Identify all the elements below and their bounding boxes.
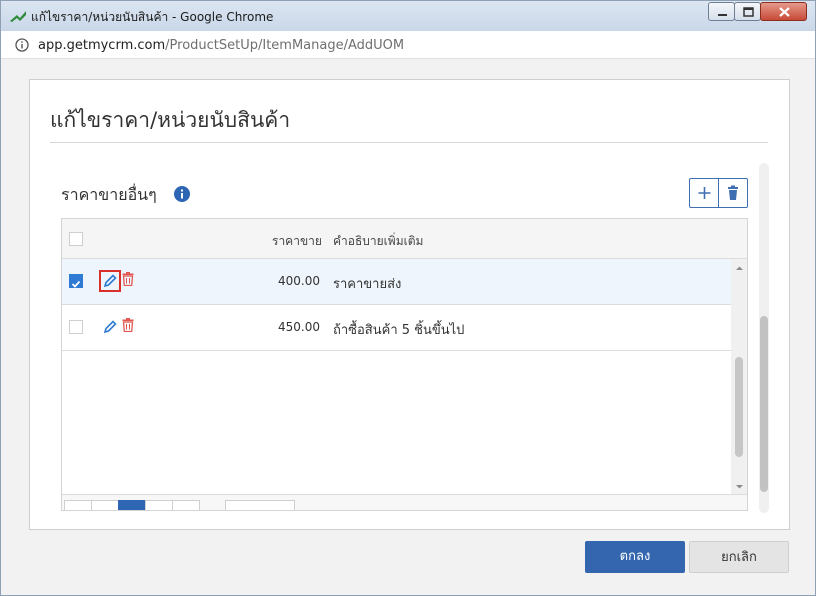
divider [50,142,768,143]
grid-scrollbar[interactable] [731,259,748,495]
pager-prev-button[interactable] [91,500,119,510]
column-header-price[interactable]: ราคาขาย [272,232,322,251]
table-row[interactable]: 450.00 ถ้าซื้อสินค้า 5 ชิ้นขึ้นไป [62,305,731,351]
page-content: แก้ไขราคา/หน่วยนับสินค้า ราคาขายอื่นๆ รา… [1,59,815,595]
browser-window: แก้ไขราคา/หน่วยนับสินค้า - Google Chrome… [0,0,816,596]
site-info-icon[interactable] [15,38,29,52]
window-title: แก้ไขราคา/หน่วยนับสินค้า - Google Chrome [31,10,274,24]
grid-pager [62,494,747,510]
row-description: ราคาขายส่ง [333,277,402,292]
scroll-down-icon[interactable] [731,481,748,493]
dialog-scrollbar-thumb[interactable] [760,316,768,492]
checkmark-icon [71,280,81,288]
dialog-title: แก้ไขราคา/หน่วยนับสินค้า [50,108,291,132]
maximize-button[interactable] [734,2,761,21]
minimize-icon [718,14,727,16]
row-checkbox[interactable] [69,274,83,288]
row-price: 450.00 [278,320,320,334]
app-logo-icon [10,11,26,22]
address-bar[interactable]: app.getmycrm.com/ProductSetUp/ItemManage… [1,31,815,59]
price-grid: ราคาขาย คำอธิบายเพิ่มเติม 400.00 ราคาขาย… [61,218,748,511]
info-icon[interactable] [174,186,190,202]
dialog-scrollbar[interactable] [759,163,769,513]
row-checkbox[interactable] [69,320,83,334]
pager-last-button[interactable] [172,500,200,510]
pager-first-button[interactable] [64,500,92,510]
maximize-icon [743,7,754,17]
url-text[interactable]: app.getmycrm.com/ProductSetUp/ItemManage… [38,38,404,53]
row-price: 400.00 [278,274,320,288]
pencil-icon [103,320,117,334]
ok-button[interactable]: ตกลง [585,541,685,573]
pager-next-button[interactable] [145,500,173,510]
edit-row-button[interactable] [99,270,121,292]
close-button[interactable] [760,2,807,21]
url-path: /ProductSetUp/ItemManage/AddUOM [165,38,405,53]
column-header-description[interactable]: คำอธิบายเพิ่มเติม [333,232,423,251]
row-description: ถ้าซื้อสินค้า 5 ชิ้นขึ้นไป [333,323,465,338]
delete-rows-button[interactable] [719,179,747,207]
url-domain: app.getmycrm.com [38,38,166,53]
add-row-button[interactable] [690,179,719,207]
section-title: ราคาขายอื่นๆ [61,185,157,204]
grid-toolbar [689,178,748,208]
grid-header: ราคาขาย คำอธิบายเพิ่มเติม [62,219,747,259]
pager-page-size-select[interactable] [225,500,295,510]
plus-icon [698,187,711,199]
edit-row-button[interactable] [99,316,121,338]
pager-page-button[interactable] [118,500,146,510]
trash-icon [728,185,738,200]
trash-icon[interactable] [122,272,134,286]
minimize-button[interactable] [708,2,735,21]
trash-icon[interactable] [122,318,134,332]
edit-price-dialog: แก้ไขราคา/หน่วยนับสินค้า ราคาขายอื่นๆ รา… [29,79,790,530]
select-all-checkbox[interactable] [69,232,83,246]
title-bar: แก้ไขราคา/หน่วยนับสินค้า - Google Chrome [1,1,815,31]
pencil-icon [103,274,117,288]
cancel-button[interactable]: ยกเลิก [689,541,789,573]
scroll-up-icon[interactable] [731,262,748,274]
grid-scrollbar-thumb[interactable] [735,357,743,457]
close-icon [779,7,790,17]
table-row[interactable]: 400.00 ราคาขายส่ง [62,259,731,305]
